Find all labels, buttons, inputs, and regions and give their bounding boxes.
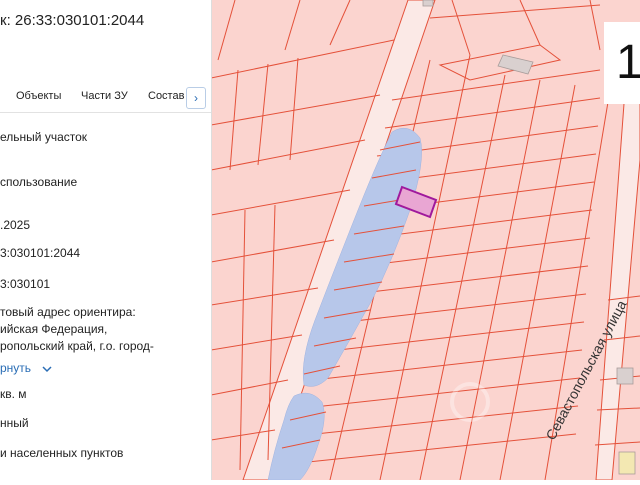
field-address-line-2: ийская Федерация, xyxy=(0,322,108,336)
field-land-category: и населенных пунктов xyxy=(0,446,124,460)
field-address-line-3: ропольский край, г.о. город- xyxy=(0,339,154,353)
field-category: ельный участок xyxy=(0,130,88,144)
field-cadastral-number: 3:030101:2044 xyxy=(0,246,81,260)
cadastral-map[interactable] xyxy=(210,0,640,481)
field-area: кв. м xyxy=(0,387,27,401)
tabs-scroll-button[interactable]: › xyxy=(186,87,206,109)
cadastral-title: к: 26:33:030101:2044 xyxy=(0,12,145,29)
building xyxy=(616,367,634,385)
tab-objects[interactable]: Объекты xyxy=(16,90,61,102)
field-date: .2025 xyxy=(0,218,31,232)
chevron-down-icon[interactable] xyxy=(42,365,52,373)
tabs-divider xyxy=(0,112,211,113)
tab-parts[interactable]: Части ЗУ xyxy=(81,90,128,102)
field-address-line-1: товый адрес ориентира: xyxy=(0,305,136,319)
field-quarter: 3:030101 xyxy=(0,277,51,291)
chevron-right-icon: › xyxy=(194,91,198,105)
expand-link[interactable]: рнуть xyxy=(0,360,52,377)
zoom-level-badge: 1 xyxy=(604,22,640,104)
building xyxy=(618,451,636,475)
info-panel: к: 26:33:030101:2044 Объекты Части ЗУ Со… xyxy=(0,0,212,480)
field-status: нный xyxy=(0,416,29,430)
field-usage: спользование xyxy=(0,175,78,189)
tab-composition[interactable]: Состав xyxy=(148,90,184,102)
map-canvas[interactable] xyxy=(210,0,640,481)
building xyxy=(422,0,434,7)
expand-link-label[interactable]: рнуть xyxy=(0,361,31,375)
